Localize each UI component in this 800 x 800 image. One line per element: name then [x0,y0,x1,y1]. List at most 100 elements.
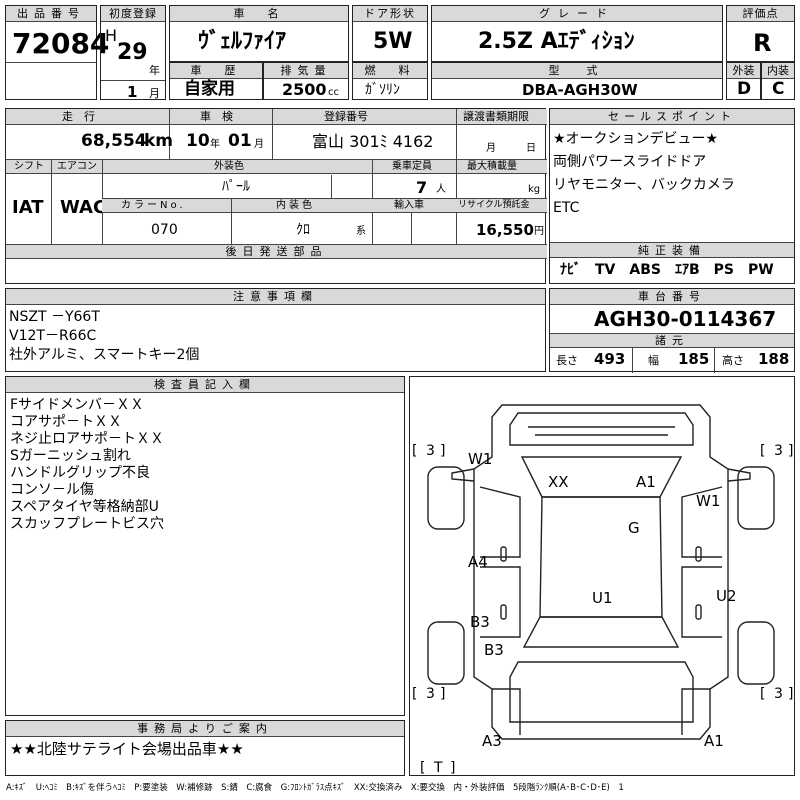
history-value: 自家用 [184,79,235,99]
interior-color-value: ｸﾛ [296,222,310,238]
history-box: 車 歴 自家用 [169,62,263,100]
tire-front-left-bracket-r: ] [440,443,445,459]
capacity-unit: 人 [436,184,446,195]
inspector-line-7: スペアタイヤ等格納部U [10,499,159,515]
inspection-year-unit: 年 [210,139,220,150]
grade-label: グレード [432,6,722,22]
sales-point-line-4: ETC [553,200,580,216]
handle-left-front [500,546,507,562]
inspector-line-8: スカッフプレートビス穴 [10,516,164,532]
tire-rear-left-bracket-l: [ [412,686,417,702]
hood-panel [509,412,694,446]
transfer-label: 譲渡書類期限 [463,110,529,123]
interior-color-label: 内装色 [276,200,315,211]
tire-rear-left: 3 [426,686,435,702]
type-value: DBA-AGH30W [522,81,638,99]
score-label: 評価点 [727,6,794,22]
sales-point-line-3: リヤモニター、バックカメラ [553,177,735,193]
plate-label: 登録番号 [324,110,368,123]
legend-footer: A:ｷｽﾞ U:ﾍｺﾐ B:ｷｽﾞを伴うﾍｺﾐ P:要塗装 W:補修跡 S:錆 … [6,783,624,793]
displacement-box: 排気量 2500 cc [263,62,349,100]
first-reg-label: 初度登録 [101,6,165,22]
equipment-value: ﾅﾋﾞ TV ABS ｴｱB PS PW [560,262,774,278]
tire-rear-right-bracket-r: ] [788,686,793,702]
lot-box: 出品番号 72084 [5,5,109,100]
mark-b3-b: B3 [484,641,504,659]
length-label: 長さ [556,354,578,367]
inspection-label: 車 検 [200,110,233,123]
score-value: R [753,29,772,57]
ext-grade-box: 外装 D [726,62,761,100]
recycle-unit: 円 [534,226,544,237]
inspector-line-6: コンソ－ル傷 [10,482,94,498]
caution-label: 注意事項欄 [6,289,545,305]
rear-hatch [509,661,694,723]
inspection-month-unit: 月 [254,139,264,150]
year-unit: 年 [149,64,160,77]
ext-grade-value: D [737,79,752,99]
int-grade-value: C [772,79,785,99]
inspector-box: 検査員記入欄 Fサイドメンバ－ＸＸ コアサポ－トＸＸ ネジ止ロアサポ－トＸＸ S… [5,376,405,716]
handle-right-front [695,546,702,562]
mark-xx: XX [548,473,569,491]
tire-front-left-bracket-l: [ [412,443,417,459]
shift-value: IAT [12,197,44,218]
mark-a3: A3 [482,732,502,750]
model-box: 車 名 ｳﾞｪﾙﾌｧｲｱ [169,5,349,62]
spare-tire-bracket-l: [ [420,760,425,774]
car-diagram-box: W1 W1 XX A1 G A4 U1 U2 B3 B3 A3 A1 [ 3 ]… [409,376,795,776]
transfer-day-unit: 日 [526,143,536,154]
era-mark: H [105,26,118,45]
inspector-line-2: コアサポ－トＸＸ [10,414,122,430]
mark-u2: U2 [716,587,737,605]
mark-a1-bottom: A1 [704,732,724,750]
height-value: 188 [758,350,790,368]
caution-line-1: NSZT －Y66T [9,309,100,325]
tire-rear-left-bracket-r: ] [440,686,445,702]
capacity-value: 7 [416,178,428,197]
recycle-value: 16,550 [476,221,534,239]
capacity-label: 乗車定員 [392,161,432,172]
right-mirror [727,468,751,482]
door-box: ドア形状 5W [352,5,428,62]
inspector-line-4: Sガーニッシュ割れ [10,448,131,464]
ac-label: エアコン [57,161,97,172]
fuel-value: ｶﾞｿﾘﾝ [365,82,400,98]
rear-bumper [492,688,710,735]
model-name: ｳﾞｪﾙﾌｧｲｱ [198,29,287,54]
plate-value: 富山 301ﾐ 4162 [312,132,434,151]
spare-tire: T [433,760,443,774]
width-label: 幅 [648,354,659,367]
mileage-unit: km [144,131,174,151]
dims-label: 諸元 [550,334,794,348]
grade-value: 2.5Z Aｴﾃﾞｨｼｮﾝ [478,29,635,54]
mileage-value: 68,554 [81,131,147,151]
door-label: ドア形状 [353,6,427,22]
history-label: 車 歴 [170,63,262,79]
lot-number: 72084 [12,27,110,60]
wheel-front-left [427,466,465,530]
rear-window [522,616,680,648]
chassis-value: AGH30-0114367 [594,307,777,331]
spec-block: 走 行 車 検 登録番号 譲渡書類期限 68,554 km 10 年 01 月 … [5,108,547,284]
tire-front-right-bracket-l: [ [760,443,765,459]
width-value: 185 [678,350,710,368]
spare-tire-bracket-r: ] [450,760,455,774]
displacement-unit: cc [328,87,339,98]
office-value: ★★北陸サテライト会場出品車★★ [10,740,244,758]
tire-front-right-bracket-r: ] [788,443,793,459]
mark-b3-a: B3 [470,613,490,631]
car-diagram: W1 W1 XX A1 G A4 U1 U2 B3 B3 A3 A1 [ 3 ]… [412,404,793,774]
mark-g: G [628,519,640,537]
ext-grade-label: 外装 [727,63,760,79]
displacement-label: 排気量 [264,63,348,79]
equipment-label: 純正装備 [550,243,794,258]
inspector-label: 検査員記入欄 [6,377,404,393]
sales-point-box: セールスポイント ★オークションデビュー★ 両側パワースライドドア リヤモニター… [549,108,795,284]
color-no-value: 070 [151,222,178,238]
caution-line-3: 社外アルミ、スマートキー2個 [9,347,200,363]
type-box: 型 式 DBA-AGH30W [431,62,723,100]
inspector-line-3: ネジ止ロアサポ－トＸＸ [10,431,164,447]
first-reg-year: 29 [117,40,148,65]
mark-w1-left: W1 [468,450,492,468]
